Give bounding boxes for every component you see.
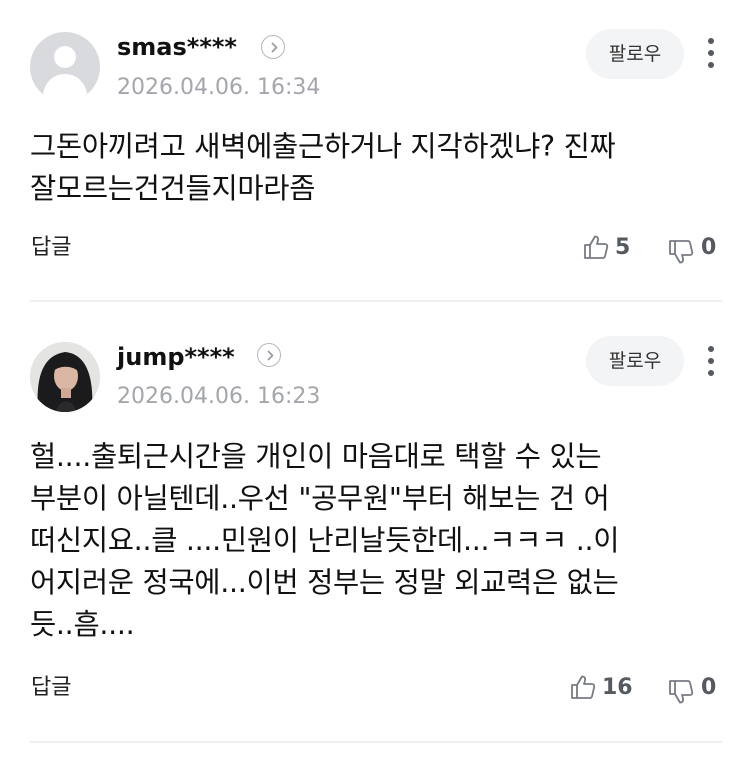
comment-body: 그돈아끼려고 새벽에출근하거나 지각하겠냐? 진짜 잘모르는건건들지마라좀: [30, 130, 616, 205]
thumbs-up-icon[interactable]: [582, 233, 610, 261]
more-options-icon[interactable]: [700, 344, 722, 380]
follow-button[interactable]: 팔로우: [586, 336, 684, 386]
thumbs-up-icon[interactable]: [569, 673, 597, 701]
user-photo-avatar: [30, 342, 100, 412]
like-count: 16: [602, 675, 633, 700]
profile-chevron-icon[interactable]: [257, 343, 281, 367]
reply-button[interactable]: 답글: [31, 235, 71, 261]
username[interactable]: smas****: [117, 33, 237, 61]
avatar[interactable]: [30, 342, 100, 412]
divider: [30, 741, 722, 743]
like-count: 5: [615, 235, 631, 260]
comment-item: smas**** 2026.04.06. 16:34 팔로우 그돈아끼려고 새벽…: [0, 0, 750, 302]
comment-item: jump**** 2026.04.06. 16:23 팔로우 헐....출퇴근시…: [0, 302, 750, 757]
reply-button[interactable]: 답글: [31, 675, 71, 701]
dislike-count: 0: [701, 675, 717, 700]
default-avatar-icon: [54, 46, 76, 68]
thumbs-down-icon[interactable]: [667, 678, 695, 706]
username[interactable]: jump****: [117, 343, 235, 371]
more-options-icon[interactable]: [700, 36, 722, 72]
comment-body: 헐....출퇴근시간을 개인이 마음대로 택할 수 있는 부분이 아닐텐데..우…: [30, 440, 620, 641]
timestamp: 2026.04.06. 16:34: [117, 75, 321, 100]
profile-chevron-icon[interactable]: [261, 35, 285, 59]
avatar[interactable]: [30, 32, 100, 102]
timestamp: 2026.04.06. 16:23: [117, 384, 321, 409]
dislike-count: 0: [701, 235, 717, 260]
thumbs-down-icon[interactable]: [667, 238, 695, 266]
follow-button[interactable]: 팔로우: [586, 29, 684, 79]
